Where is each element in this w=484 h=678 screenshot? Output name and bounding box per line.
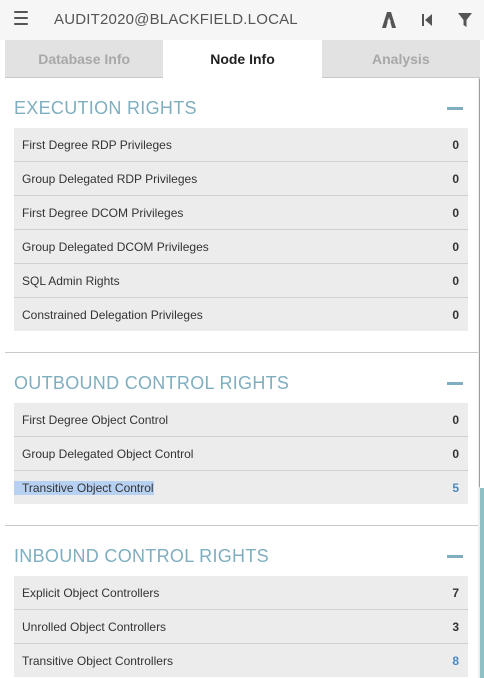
row-label: SQL Admin Rights	[22, 273, 120, 288]
list-item[interactable]: Constrained Delegation Privileges 0	[14, 298, 468, 331]
list-item[interactable]: First Degree RDP Privileges 0	[14, 128, 468, 162]
row-label: Constrained Delegation Privileges	[22, 307, 203, 322]
row-value: 0	[452, 205, 459, 220]
list-item[interactable]: Transitive Object Controllers 8	[14, 644, 468, 677]
row-value: 0	[452, 446, 459, 461]
section-title: EXECUTION RIGHTS	[14, 98, 197, 118]
filter-icon[interactable]	[456, 11, 474, 29]
row-value: 3	[452, 619, 459, 634]
row-label: Transitive Object Controllers	[22, 653, 173, 668]
list-item[interactable]: Explicit Object Controllers 7	[14, 576, 468, 610]
node-header: AUDIT2020@BLACKFIELD.LOCAL	[0, 0, 484, 40]
list-item[interactable]: Unrolled Object Controllers 3	[14, 610, 468, 644]
row-value: 0	[452, 307, 459, 322]
row-list: First Degree RDP Privileges 0 Group Dele…	[14, 128, 468, 331]
tab-analysis[interactable]: Analysis	[321, 40, 480, 78]
row-value: 0	[452, 171, 459, 186]
row-value: 0	[452, 273, 459, 288]
scrollbar-thumb[interactable]	[479, 78, 480, 488]
section-inbound-control-rights: INBOUND CONTROL RIGHTS Explicit Object C…	[5, 526, 480, 677]
row-value: 0	[452, 239, 459, 254]
row-list: First Degree Object Control 0 Group Dele…	[14, 403, 468, 504]
row-label: Group Delegated Object Control	[22, 446, 194, 461]
tab-bar: Database Info Node Info Analysis	[5, 40, 480, 78]
tab-database-info[interactable]: Database Info	[5, 40, 164, 78]
row-label: Group Delegated DCOM Privileges	[22, 239, 209, 254]
node-info-panel: EXECUTION RIGHTS First Degree RDP Privil…	[5, 78, 480, 678]
section-header: EXECUTION RIGHTS	[5, 78, 480, 128]
section-header: OUTBOUND CONTROL RIGHTS	[5, 353, 480, 403]
section-outbound-control-rights: OUTBOUND CONTROL RIGHTS First Degree Obj…	[5, 353, 480, 526]
section-execution-rights: EXECUTION RIGHTS First Degree RDP Privil…	[5, 78, 480, 353]
section-header: INBOUND CONTROL RIGHTS	[5, 526, 480, 576]
row-label: First Degree DCOM Privileges	[22, 205, 184, 220]
menu-icon[interactable]	[14, 11, 28, 25]
list-item[interactable]: SQL Admin Rights 0	[14, 264, 468, 298]
node-name: AUDIT2020@BLACKFIELD.LOCAL	[54, 11, 298, 28]
tab-node-info[interactable]: Node Info	[163, 40, 322, 78]
collapse-icon[interactable]	[447, 107, 463, 110]
list-item[interactable]: First Degree DCOM Privileges 0	[14, 196, 468, 230]
collapse-icon[interactable]	[447, 382, 463, 385]
row-list: Explicit Object Controllers 7 Unrolled O…	[14, 576, 468, 677]
row-label: Explicit Object Controllers	[22, 585, 160, 600]
section-title: OUTBOUND CONTROL RIGHTS	[14, 373, 290, 393]
row-value: 7	[452, 585, 459, 600]
back-icon[interactable]	[418, 11, 436, 29]
path-icon[interactable]	[380, 11, 398, 29]
list-item[interactable]: Transitive Object Control 5	[14, 471, 468, 504]
list-item[interactable]: Group Delegated RDP Privileges 0	[14, 162, 468, 196]
section-title: INBOUND CONTROL RIGHTS	[14, 546, 269, 566]
row-label: Transitive Object Control	[14, 480, 154, 495]
list-item[interactable]: First Degree Object Control 0	[14, 403, 468, 437]
list-item[interactable]: Group Delegated Object Control 0	[14, 437, 468, 471]
row-value: 0	[452, 412, 459, 427]
row-value-link[interactable]: 5	[452, 481, 468, 495]
row-label: First Degree Object Control	[22, 412, 169, 427]
row-label: First Degree RDP Privileges	[22, 137, 172, 152]
row-value: 0	[452, 137, 459, 152]
collapse-icon[interactable]	[447, 555, 463, 558]
list-item[interactable]: Group Delegated DCOM Privileges 0	[14, 230, 468, 264]
row-label: Group Delegated RDP Privileges	[22, 171, 198, 186]
row-value-link[interactable]: 8	[452, 654, 468, 668]
row-label: Unrolled Object Controllers	[22, 619, 167, 634]
